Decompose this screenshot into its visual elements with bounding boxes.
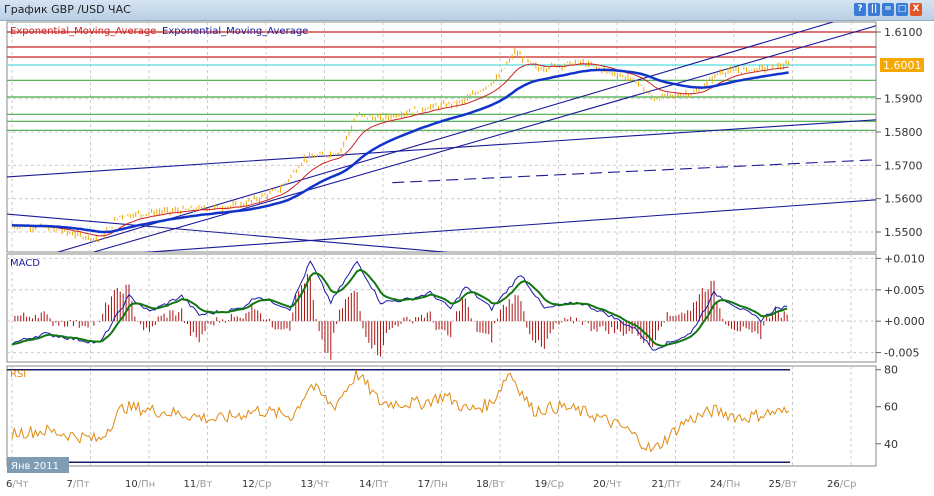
y-tick-label: 80 (884, 364, 898, 377)
window-title: График GBP /USD ЧАС (4, 3, 131, 16)
pause-button[interactable]: || (868, 3, 880, 16)
y-tick-label: 1.5800 (884, 126, 923, 139)
x-tick-label: 19/Ср (535, 479, 564, 490)
x-tick-label: 17/Пн (418, 479, 448, 490)
maximize-button[interactable]: □ (896, 3, 908, 16)
x-tick-label: 13/Чт (301, 479, 330, 490)
chart-area[interactable]: 6/Чт 7/Пт 10/Пн 11/Вт 12/Ср 13/Чт 14/Пт 17/Пн 18… (0, 20, 934, 496)
y-tick-label: 40 (884, 438, 898, 451)
x-tick-label: 11/Вт (184, 479, 213, 490)
macd-title: MACD (10, 258, 40, 269)
x-tick-label: 6/Чт (6, 479, 29, 490)
y-tick-label: 1.5900 (884, 93, 923, 106)
x-tick-label: 12/Ср (242, 479, 271, 490)
x-tick-label: 25/Вт (769, 479, 798, 490)
y-tick-label: 1.5500 (884, 226, 923, 239)
y-tick-label: 1.5700 (884, 159, 923, 172)
y-tick-label: 1.6100 (884, 26, 923, 39)
y-tick-label: -0.005 (884, 347, 919, 360)
x-tick-label: 14/Пт (359, 479, 389, 490)
x-tick-label: 20/Чт (593, 479, 622, 490)
x-tick-label: 18/Вт (476, 479, 505, 490)
y-tick-label: 60 (884, 401, 898, 414)
y-tick-label: +0.000 (884, 315, 925, 328)
y-tick-label: +0.005 (884, 284, 925, 297)
window-titlebar: График GBP /USD ЧАС ? || = □ X (0, 0, 934, 21)
x-tick-label: 7/Пт (67, 479, 90, 490)
legend-ema-2: Exponential_Moving_Average (162, 26, 308, 37)
minimize-button[interactable]: = (882, 3, 894, 16)
x-tick-label: 26/Ср (827, 479, 856, 490)
help-button[interactable]: ? (854, 3, 866, 16)
close-button[interactable]: X (910, 3, 922, 16)
x-tick-label: 21/Пт (652, 479, 682, 490)
x-tick-label: 10/Пн (125, 479, 155, 490)
x-tick-label: 24/Пн (710, 479, 740, 490)
y-tick-label: 1.5600 (884, 193, 923, 206)
current-price-label: 1.6001 (883, 59, 922, 72)
month-label: Янв 2011 (11, 461, 59, 472)
y-tick-label: +0.010 (884, 252, 925, 265)
rsi-title: RSI (10, 369, 26, 380)
legend-ema-1: Exponential_Moving_Average (10, 26, 156, 37)
